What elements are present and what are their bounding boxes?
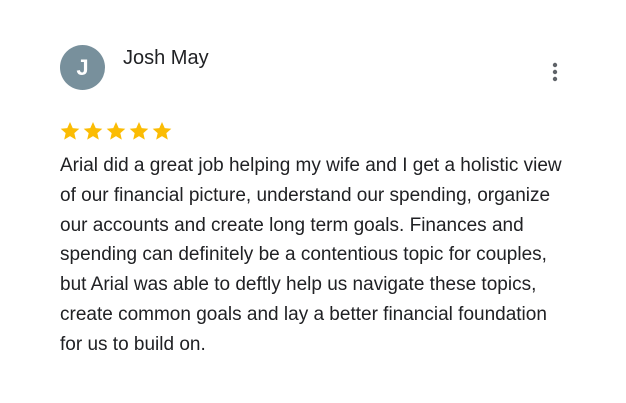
star-icon [106, 122, 126, 140]
avatar-initial: J [76, 54, 89, 80]
star-icon [83, 122, 103, 140]
star-icon [129, 122, 149, 140]
star-icon [60, 122, 80, 140]
review-card: J Josh May Arial did a great job helping… [0, 0, 626, 403]
star-rating [59, 120, 173, 142]
review-text: Arial did a great job helping my wife an… [60, 155, 562, 355]
star-icon [152, 122, 172, 140]
more-options-button[interactable] [540, 57, 570, 87]
reviewer-name[interactable]: Josh May [123, 46, 209, 70]
more-vertical-icon [552, 62, 558, 82]
avatar[interactable]: J [60, 45, 105, 90]
